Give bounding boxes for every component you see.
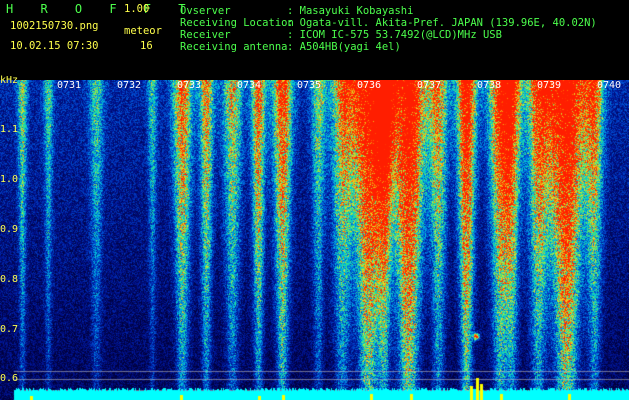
x-tick-0737: 0737 (417, 80, 442, 91)
y-tick-0-7: 0.7 (0, 324, 19, 335)
observer-value: : Masayuki Kobayashi (287, 5, 414, 17)
x-tick-0731: 0731 (57, 80, 82, 91)
x-tick-0739: 0739 (537, 80, 562, 91)
receiver-value: : ICOM IC-575 53.7492(@LCD)MHz USB (287, 29, 502, 41)
location-value: : Ogata-vill. Akita-Pref. JAPAN (139.96E… (287, 17, 597, 29)
header-panel: H R O F F T 1.00 1002150730.png 10.02.15… (0, 0, 629, 80)
app-version: 1.00 (124, 3, 150, 15)
y-tick-1-0: 1.0 (0, 174, 19, 185)
x-tick-0738: 0738 (477, 80, 502, 91)
image-filename: 1002150730.png (10, 20, 99, 32)
capture-datetime: 10.02.15 07:30 (10, 40, 99, 52)
x-tick-0733: 0733 (177, 80, 202, 91)
antenna-value: : A504HB(yagi 4el) (287, 41, 401, 53)
y-tick-1-1: 1.1 (0, 124, 19, 135)
observer-label: Ovserver (180, 5, 231, 17)
y-tick-0-6: 0.6 (0, 373, 19, 384)
x-tick-0740: 0740 (597, 80, 622, 91)
y-axis-unit: kHz (0, 75, 19, 86)
x-tick-0734: 0734 (237, 80, 262, 91)
y-tick-0-9: 0.9 (0, 224, 19, 235)
x-tick-0732: 0732 (117, 80, 142, 91)
receiver-label: Receiver (180, 29, 231, 41)
y-tick-0-8: 0.8 (0, 274, 19, 285)
x-tick-0735: 0735 (297, 80, 322, 91)
app-logo: H R O F F T (6, 2, 196, 16)
mode-label: meteor (124, 25, 162, 37)
antenna-label: Receiving antenna (180, 41, 288, 53)
location-label: Receiving Location (180, 17, 294, 29)
x-tick-0736: 0736 (357, 80, 382, 91)
spectrogram-canvas (0, 80, 629, 400)
meteor-count: 16 (140, 40, 153, 52)
